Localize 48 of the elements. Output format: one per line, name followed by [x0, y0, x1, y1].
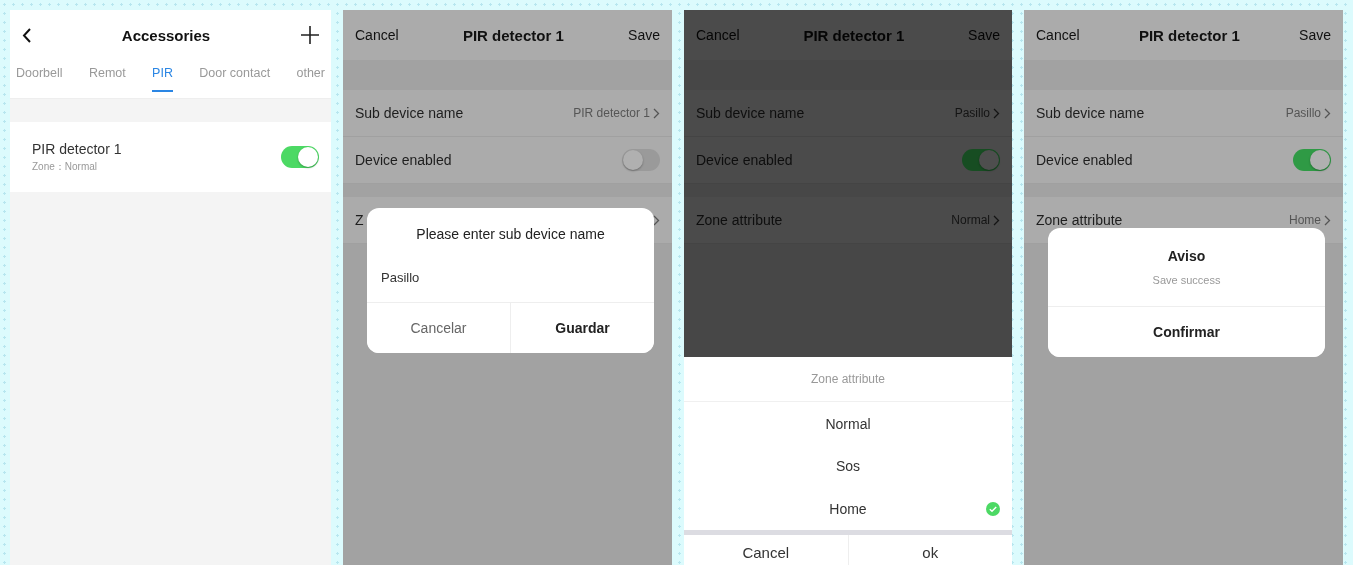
- sheet-title: Zone attribute: [684, 357, 1012, 403]
- dialog-message: Save success: [1151, 274, 1222, 286]
- setting-label: Sub device name: [1036, 105, 1145, 121]
- dialog-title: Please enter sub device name: [415, 226, 606, 242]
- setting-label: Sub device name: [696, 105, 805, 121]
- setting-label: Device enabled: [1036, 152, 1133, 168]
- setting-label: Device enabled: [696, 152, 793, 168]
- chevron-right-icon: [993, 214, 1000, 226]
- setting-row[interactable]: Sub device name PIR detector 1: [343, 90, 672, 137]
- setting-row[interactable]: Device enabled: [1024, 137, 1343, 184]
- save-link[interactable]: Save: [628, 27, 660, 43]
- sheet-option[interactable]: Home: [829, 500, 867, 517]
- sheet-option[interactable]: Normal: [825, 415, 871, 432]
- chevron-right-icon: [1324, 214, 1331, 226]
- cancel-link[interactable]: Cancel: [355, 27, 399, 43]
- chevron-right-icon: [653, 107, 660, 119]
- toggle-switch[interactable]: [1293, 149, 1331, 171]
- setting-value: Pasillo: [1285, 106, 1321, 120]
- setting-label: Zone attribute: [696, 212, 783, 228]
- back-icon[interactable]: [22, 27, 31, 43]
- plus-icon[interactable]: [301, 26, 319, 44]
- screen-title: PIR detector 1: [803, 26, 905, 44]
- device-name: PIR detector 1: [32, 140, 122, 157]
- category-tab[interactable]: PIR: [152, 60, 173, 92]
- screen-title: PIR detector 1: [1138, 26, 1240, 44]
- setting-value: Home: [1289, 213, 1321, 227]
- dialog-title: Aviso: [1166, 248, 1207, 264]
- dialog-button[interactable]: Guardar: [510, 303, 654, 353]
- name-input-field[interactable]: Pasillo: [367, 256, 654, 298]
- sheet-option[interactable]: Sos: [835, 458, 861, 475]
- device-row[interactable]: PIR detector 1 Zone：Normal: [10, 122, 331, 192]
- toggle-switch[interactable]: [622, 149, 660, 171]
- screen-title: PIR detector 1: [462, 26, 564, 44]
- toggle-switch[interactable]: [281, 146, 319, 168]
- cancel-link[interactable]: Cancel: [1036, 27, 1080, 43]
- save-link[interactable]: Save: [1299, 27, 1331, 43]
- setting-value: PIR detector 1: [573, 106, 650, 120]
- setting-row[interactable]: Device enabled: [343, 137, 672, 184]
- setting-label: Sub device name: [355, 105, 464, 121]
- chevron-right-icon: [993, 107, 1000, 119]
- setting-row[interactable]: Sub device name Pasillo: [1024, 90, 1343, 137]
- screen-title: Accessories: [121, 26, 211, 44]
- toggle-switch[interactable]: [962, 149, 1000, 171]
- setting-label: Zone attribute: [1036, 212, 1123, 228]
- device-zone: Zone：Normal: [32, 159, 99, 174]
- setting-label: Device enabled: [355, 152, 452, 168]
- setting-label: Z: [355, 212, 364, 228]
- chevron-right-icon: [1324, 107, 1331, 119]
